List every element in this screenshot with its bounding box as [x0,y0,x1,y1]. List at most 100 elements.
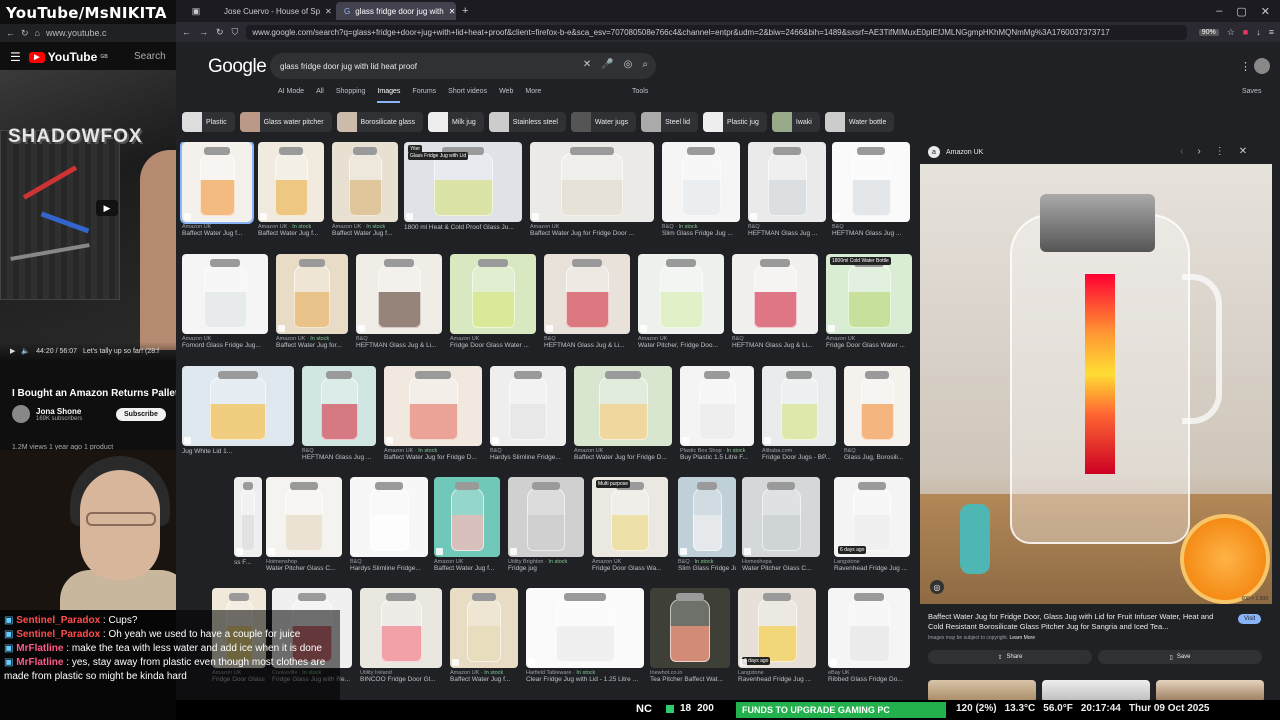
search-icon[interactable]: ⌕ [642,59,648,70]
result-caption[interactable]: Ribbed Glass Fridge Do... [828,676,910,683]
result-thumbnail[interactable] [182,254,268,334]
result-caption[interactable]: Clear Fridge Jug with Lid - 1.25 Litre .… [526,676,644,683]
maximize-icon[interactable]: ▢ [1236,5,1246,18]
result-caption[interactable]: Baffect Water Jug f... [434,565,500,572]
window-close-icon[interactable]: ✕ [1261,5,1270,18]
yt-urlbar[interactable]: ← ↻ ⌂ www.youtube.c [0,24,176,42]
saves-button[interactable]: Saves [1242,88,1261,95]
result-thumbnail[interactable] [180,142,254,224]
result-caption[interactable]: Ravenhead Fridge Jug ... [834,565,910,572]
related-thumbnail[interactable] [928,680,1036,700]
more-icon[interactable]: ⋮ [1215,146,1225,157]
tab-web[interactable]: Web [499,88,513,103]
tab-all[interactable]: All [316,88,324,103]
result-thumbnail[interactable] [662,142,740,222]
reload-icon[interactable]: ↻ [21,28,29,39]
image-result[interactable]: Amazon UK Baffect Water Jug for Fridge D.… [574,366,672,461]
image-result[interactable]: Amazon UK Water Pitcher, Fridge Doo... [638,254,724,349]
result-caption[interactable]: Baffect Water Jug for Fridge Door ... [530,230,654,237]
result-caption[interactable]: Baffect Water Jug f... [258,230,324,237]
hamburger-icon[interactable]: ☰ [10,50,21,64]
prev-icon[interactable]: ‹ [1180,146,1183,157]
preview-caption[interactable]: Baffect Water Jug for Fridge Door, Glass… [928,612,1228,632]
bookmark-star-icon[interactable]: ☆ [1227,27,1235,38]
image-result[interactable]: Hoimenshop Water Pitcher Glass C... [266,477,342,572]
image-result[interactable]: Harfield Tableware · In stock Clear Fridg… [526,588,644,683]
yt-search-input[interactable]: Search [134,51,166,62]
menu-icon[interactable]: ≡ [1269,27,1274,37]
yt-channel[interactable]: Jona Shone 169K subscribers [12,405,82,423]
result-caption[interactable]: ss F... [234,559,262,566]
shield-icon[interactable]: ⛉ [232,27,239,38]
channel-avatar[interactable] [12,405,30,423]
result-caption[interactable]: HEFTMAN Glass Jug ... [832,230,910,237]
tab-images[interactable]: Images [377,88,401,103]
result-caption[interactable]: Water Pitcher Glass C... [266,565,342,572]
search-query[interactable]: glass fridge door jug with lid heat proo… [280,62,417,71]
chat-username[interactable]: Sentinel_Paradox [16,615,100,626]
tab-shopping[interactable]: Shopping [336,88,366,103]
download-icon[interactable]: ↓ [1256,27,1261,37]
result-caption[interactable]: Fridge Door Glass Water ... [826,342,912,349]
result-thumbnail[interactable] [748,142,826,222]
image-result[interactable]: Amazon UK · In stock Baffect Water Jug f.… [332,142,398,237]
chip-plastic[interactable]: Plastic [182,112,235,132]
result-thumbnail[interactable] [258,142,324,222]
image-result[interactable]: Plastic Box Shop · In stock Buy Plastic 1… [680,366,754,461]
learn-more-link[interactable]: Learn More [1009,635,1035,641]
result-caption[interactable]: Hardys Slimline Fridge... [490,454,566,461]
image-result[interactable]: Alibaba.com Fridge Door Jugs - BP... [762,366,836,461]
search-input[interactable]: glass fridge door jug with lid heat proo… [270,53,656,79]
image-result[interactable]: Amazon UK Fomord Glass Fridge Jug... [182,254,268,349]
result-thumbnail[interactable]: 1800ml Cold Water Bottle [826,254,912,334]
tab-short-videos[interactable]: Short videos [448,88,487,103]
chip-milk-jug[interactable]: Milk jug [428,112,484,132]
chip-water-jugs[interactable]: Water jugs [570,112,637,132]
image-result[interactable]: Amazon UK · In stock Baffect Water Jug fo… [384,366,482,461]
result-caption[interactable]: Jug White Lid 1... [182,448,294,455]
chip-stainless-steel[interactable]: Stainless steel [488,112,566,132]
result-caption[interactable]: Fridge jug [508,565,584,572]
preview-image[interactable]: ◎ 600 × 1,500 [920,164,1272,604]
image-result[interactable]: 1800ml Cold Water Bottle Amazon UK Fridge … [826,254,912,349]
preview-source[interactable]: a Amazon UK [928,146,983,158]
image-result[interactable]: ss F... [234,477,262,566]
result-thumbnail[interactable] [680,366,754,446]
image-result[interactable]: B&Q HEFTMAN Glass Jug & Li... [356,254,442,349]
minimize-icon[interactable]: – [1216,5,1222,17]
result-caption[interactable]: Fridge Door Glass Water ... [450,342,536,349]
next-icon[interactable]: › [1197,146,1200,157]
result-caption[interactable]: Baffect Water Jug for Fridge D... [574,454,672,461]
chip-water-bottle[interactable]: Water bottle [824,112,895,132]
result-thumbnail[interactable]: Multi purpose [592,477,668,557]
result-thumbnail[interactable] [182,366,294,446]
result-caption[interactable]: Hardys Slimline Fridge... [350,565,428,572]
result-thumbnail[interactable] [742,477,820,557]
tab-jose-cuervo[interactable]: Jose Cuervo - House of Sp ✕ [216,2,336,20]
image-result[interactable]: B&Q · In stock Slim Glass Fridge Jug ... [662,142,740,237]
result-thumbnail[interactable] [384,366,482,446]
image-result[interactable]: B&Q HEFTMAN Glass Jug & Li... [544,254,630,349]
image-result[interactable]: B&Q HEFTMAN Glass Jug ... [302,366,376,461]
tab-forums[interactable]: Forums [412,88,436,103]
result-caption[interactable]: Slim Glass Fridge Jug... [678,565,736,572]
result-thumbnail[interactable]: 6 days ago [834,477,910,557]
result-caption[interactable]: Water Pitcher, Fridge Doo... [638,342,724,349]
close-icon[interactable]: ✕ [1239,146,1247,157]
image-result[interactable]: B&Q Hardys Slimline Fridge... [490,366,566,461]
result-caption[interactable]: Glass Jug, Borosili... [844,454,910,461]
image-result[interactable]: Yiter Glass Fridge Jug with Lid 1800 ml He… [404,142,522,231]
result-caption[interactable]: Baffect Water Jug f... [332,230,398,237]
result-thumbnail[interactable] [638,254,724,334]
result-thumbnail[interactable] [332,142,398,222]
visit-button[interactable]: Visit [1238,614,1262,624]
image-result[interactable]: Amazon UK · In stock Baffect Water Jug f.… [450,588,518,683]
account-avatar[interactable] [1254,58,1270,74]
back-icon[interactable]: ← [182,27,191,37]
yt-video-player[interactable]: SHADOWFOX ▶ [0,70,176,360]
related-thumbnail[interactable] [1156,680,1264,700]
image-result[interactable]: Utility Brighton · In stock Fridge jug [508,477,584,572]
image-result[interactable]: B&Q HEFTMAN Glass Jug ... [832,142,910,237]
result-caption[interactable]: Fomord Glass Fridge Jug... [182,342,268,349]
result-thumbnail[interactable] [762,366,836,446]
